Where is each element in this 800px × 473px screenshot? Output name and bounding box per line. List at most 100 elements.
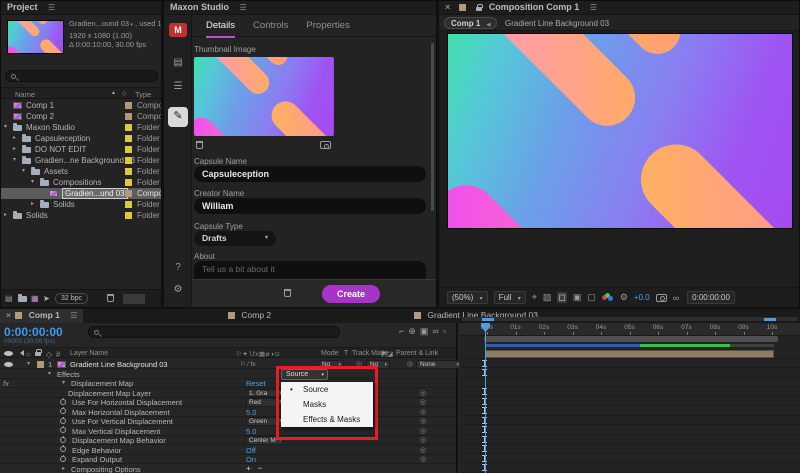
project-panel-header[interactable]: Project ☰ [1, 1, 161, 15]
panel-menu-icon[interactable]: ☰ [240, 3, 247, 12]
transparency-grid-icon[interactable]: ▨ [543, 292, 552, 303]
maxon-panel-header[interactable]: Maxon Studio ☰ [164, 1, 436, 15]
audio-speaker-icon[interactable] [17, 350, 24, 356]
twirl-icon[interactable]: ▾ [13, 156, 16, 163]
tab-details[interactable]: Details [206, 20, 236, 38]
timeline-property-row[interactable]: Use For Vertical DisplacementGreen▾◎ [0, 416, 456, 427]
twirl-icon[interactable]: ▸ [13, 145, 16, 152]
tab-controls[interactable]: Controls [253, 20, 288, 31]
pick-whip-icon[interactable]: ◎ [420, 389, 426, 397]
composition-panel-header[interactable]: × Composition Comp 1 ☰ [439, 1, 799, 15]
about-field[interactable]: Tell us a bit about it [194, 261, 426, 279]
interpret-footage-icon[interactable]: ▤ [5, 294, 13, 303]
delete-icon[interactable] [107, 294, 114, 302]
twirl-icon[interactable]: ▸ [4, 211, 7, 218]
project-item[interactable]: ▾ Assets Folder [1, 166, 161, 177]
pick-whip-icon[interactable]: ◎ [420, 446, 426, 454]
stopwatch-icon[interactable] [60, 407, 66, 415]
project-item[interactable]: ▸ Solids Folder [1, 210, 161, 221]
project-item[interactable]: ▸ Solids Folder [1, 199, 161, 210]
pick-whip-icon[interactable]: ◎ [420, 408, 426, 416]
twirl-icon[interactable]: ▾ [4, 123, 7, 130]
timeline-property-row[interactable]: Max Vertical Displacement 5.0 ◎ [0, 426, 456, 436]
lock-icon[interactable] [35, 349, 42, 356]
timeline-property-row[interactable]: Displacement Map Behavior Center M ▾ ◎ [0, 435, 456, 446]
discard-icon[interactable] [284, 289, 291, 297]
panel-menu-icon[interactable]: ☰ [48, 3, 55, 12]
pick-whip-icon[interactable]: ◎ [420, 427, 426, 435]
scroll-handle-left[interactable] [482, 317, 494, 321]
preview-timecode[interactable]: 0:00:00:00 [687, 291, 735, 304]
channel-icon[interactable] [601, 292, 614, 303]
timeline-search-input[interactable] [88, 326, 340, 338]
property-value[interactable]: + − [246, 463, 264, 473]
sort-asc-icon[interactable]: ▲ [111, 90, 116, 96]
timeline-property-row[interactable]: Expand Output On ◎ [0, 454, 456, 465]
mask-visibility-icon[interactable]: ◻ [557, 292, 567, 303]
magnification-select[interactable]: (50%) ▾ [447, 291, 488, 304]
capsule-creator-icon[interactable]: ✎ [168, 107, 188, 127]
capsule-browser-icon[interactable]: ▤ [164, 57, 192, 68]
twirl-icon[interactable]: ▾ [31, 178, 34, 185]
timeline-graph-area[interactable]: :00s01s02s03s04s05s06s07s08s09s10s [460, 323, 800, 473]
timeline-property-row[interactable]: Max Horizontal Displacement 5.0 ◎ [0, 407, 456, 417]
help-icon[interactable]: ? [164, 262, 192, 273]
project-item[interactable]: Gradien...und 03 Compositi [1, 188, 161, 199]
new-composition-icon[interactable]: ▦ [31, 294, 39, 303]
settings-gear-icon[interactable]: ⚙ [164, 284, 192, 295]
project-item[interactable]: ▸ DO NOT EDIT Folder [1, 144, 161, 155]
new-folder-icon[interactable] [18, 294, 27, 302]
video-eye-icon[interactable] [4, 351, 13, 356]
show-snapshot-icon[interactable]: ∞ [673, 293, 679, 303]
column-parent-link[interactable]: Parent & Link [396, 350, 438, 357]
close-icon[interactable]: × [6, 310, 11, 320]
switches-column-icons[interactable]: ⚐✦∖fx▦⌀◑⊙ [236, 350, 280, 358]
project-item[interactable]: Comp 1 Compositi # [1, 100, 161, 111]
delete-thumbnail-icon[interactable] [196, 141, 203, 149]
region-of-interest-icon[interactable]: ▣ [573, 292, 582, 303]
panel-menu-icon[interactable]: ☰ [70, 311, 77, 320]
timeline-property-row[interactable]: ▸ Compositing Options + − [0, 463, 456, 473]
solo-icon[interactable]: ○ [26, 350, 31, 359]
column-type[interactable]: Type [135, 90, 151, 99]
close-icon[interactable]: × [445, 2, 450, 12]
layer-visibility-eye-icon[interactable] [4, 361, 13, 367]
bit-depth-button[interactable]: 32 bpc [55, 293, 89, 304]
time-ruler[interactable]: :00s01s02s03s04s05s06s07s08s09s10s [460, 323, 800, 336]
label-column-icon[interactable]: ◇ [46, 350, 52, 359]
breadcrumb-comp1[interactable]: Comp 1 ◀ [444, 17, 498, 29]
pick-whip-icon[interactable]: ◎ [420, 417, 426, 425]
column-mode[interactable]: Mode [321, 350, 339, 357]
current-time-indicator[interactable] [485, 328, 486, 473]
label-column-icon[interactable]: ◇ [122, 90, 127, 97]
guides-icon[interactable]: ▢ [587, 292, 596, 303]
project-column-header[interactable]: Name ▲ ◇ Type [1, 87, 161, 99]
lock-icon[interactable] [476, 4, 484, 11]
timeline-tab-comp1[interactable]: × Comp 1 ☰ [0, 309, 84, 323]
property-value[interactable]: Off [246, 446, 256, 455]
capsule-type-select[interactable]: Drafts ▾ [194, 231, 276, 246]
property-value[interactable]: 5.0 [246, 408, 256, 417]
timeline-property-row[interactable]: Displacement Map Layer1. Gra▾◎ [0, 388, 456, 398]
snapshot-camera-icon[interactable] [655, 293, 667, 302]
timeline-property-row[interactable]: Edge Behavior Off ◎ [0, 445, 456, 455]
parent-pick-whip-icon[interactable]: ◎ [407, 360, 413, 368]
composition-viewport[interactable] [447, 33, 793, 229]
stopwatch-icon[interactable] [60, 397, 66, 405]
work-area-bar[interactable] [484, 336, 778, 342]
project-item[interactable]: ▸ Capsuleception Folder [1, 133, 161, 144]
layer-color-chip[interactable] [37, 360, 44, 368]
layer-switches-icons[interactable]: ⚐ ∕ fx [240, 360, 256, 368]
capsule-thumbnail[interactable] [194, 57, 334, 136]
capsule-name-field[interactable]: Capsuleception [194, 166, 426, 182]
twirl-icon[interactable]: ▸ [13, 134, 16, 141]
layer-row[interactable]: ▾ 1 Gradient Line Background 03 ⚐ ∕ fx N… [0, 359, 462, 369]
twirl-icon[interactable]: ▸ [62, 465, 65, 472]
project-item[interactable]: ▾ Gradien...ne Background 03 Folder [1, 155, 161, 166]
twirl-icon[interactable]: ▾ [62, 379, 65, 386]
column-name[interactable]: Name [15, 90, 35, 99]
timeline-view-options-icons[interactable]: ⌐⊕▣∞▫ [399, 326, 450, 337]
twirl-icon[interactable]: ▾ [22, 167, 25, 174]
number-column-icon[interactable]: # [56, 350, 60, 359]
project-item[interactable]: Comp 2 Compositi [1, 111, 161, 122]
